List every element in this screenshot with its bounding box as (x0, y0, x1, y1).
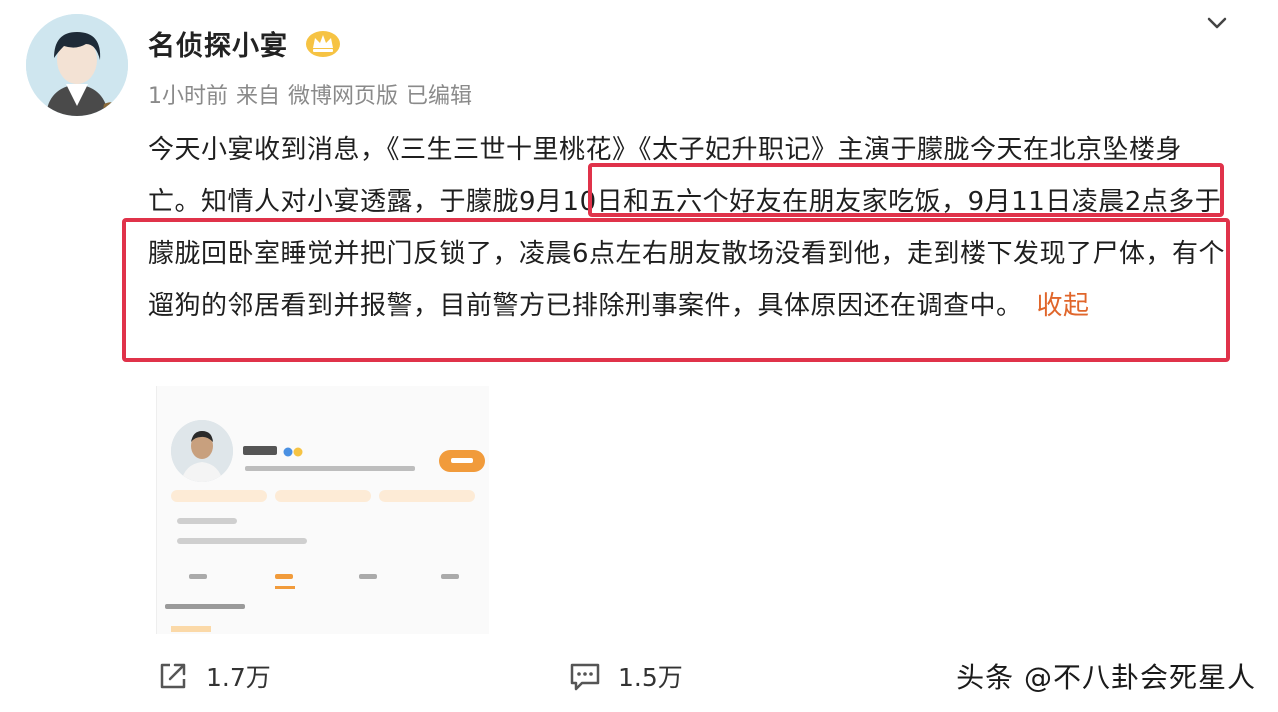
embedded-avatar (171, 420, 233, 482)
embedded-line (177, 538, 307, 544)
vip-crown-icon (306, 31, 340, 57)
edited-label: 已编辑 (406, 84, 473, 109)
share-icon (160, 663, 186, 689)
share-button[interactable]: 1.7万 (156, 658, 271, 694)
embedded-screenshot[interactable] (156, 386, 489, 634)
post-source-label: 来自 (236, 84, 281, 109)
author-avatar[interactable] (26, 14, 128, 116)
embedded-tab-underline (275, 586, 295, 589)
embedded-stats (245, 466, 415, 471)
embedded-name-block (243, 446, 277, 455)
comment-button[interactable]: 1.5万 (568, 658, 683, 694)
embedded-bottom-bar (171, 626, 211, 632)
share-count: 1.7万 (206, 663, 271, 692)
chevron-down-icon[interactable] (1204, 10, 1230, 36)
comment-icon (570, 663, 600, 691)
author-name[interactable]: 名侦探小宴 (148, 24, 288, 63)
post-body: 今天小宴收到消息，《三生三世十里桃花》《太子妃升职记》主演于朦胧今天在北京坠楼身… (148, 124, 1228, 332)
embedded-filter (165, 604, 245, 609)
embedded-line (177, 518, 237, 524)
post-time: 1小时前 (148, 84, 228, 109)
comment-count: 1.5万 (618, 663, 683, 692)
collapse-link[interactable]: 收起 (1037, 291, 1090, 321)
post-source[interactable]: 微博网页版 (288, 84, 398, 109)
embedded-follow-button (439, 450, 485, 472)
embedded-verified-icon (283, 447, 303, 457)
post-meta: 1小时前 来自 微博网页版 已编辑 (148, 78, 480, 110)
watermark: 头条 @不八卦会死星人 (956, 661, 1256, 694)
